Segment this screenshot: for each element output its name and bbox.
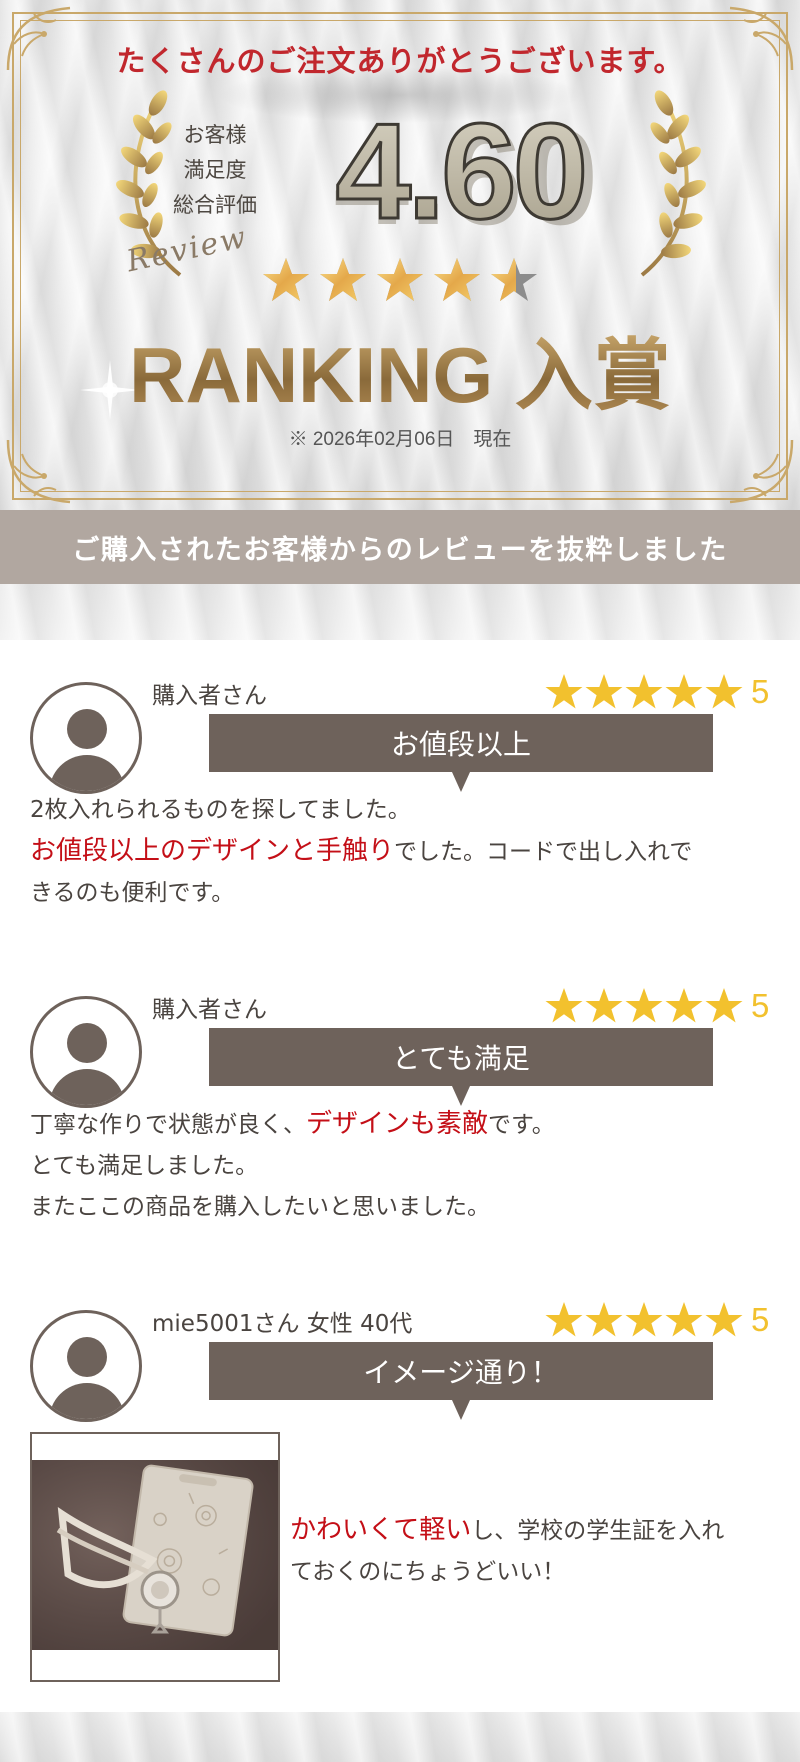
avatar-body bbox=[49, 755, 125, 791]
review-card: 購入者さん 5 とても満足 丁寧な作りで状態が良く、デザインも素敵です。 とても… bbox=[0, 954, 800, 1254]
as-of-date: ※ 2026年02月06日 現在 bbox=[288, 429, 512, 450]
review-line: きるのも便利です。 bbox=[30, 873, 770, 914]
decorative-band bbox=[0, 584, 800, 640]
star-icon bbox=[585, 1302, 623, 1337]
avatar-head bbox=[67, 1023, 107, 1063]
highlight-text: お値段以上のデザインと手触り bbox=[30, 836, 395, 866]
rating-number: 5 bbox=[751, 1301, 770, 1338]
review-body: 丁寧な作りで状態が良く、デザインも素敵です。 とても満足しました。 またここの商… bbox=[30, 1104, 770, 1228]
hero-rating-stars bbox=[263, 258, 537, 301]
speech-pointer bbox=[452, 1086, 470, 1106]
product-photo-icon bbox=[32, 1434, 278, 1680]
review-line: 2枚入れられるものを探してました。 bbox=[30, 790, 770, 831]
review-line: かわいくて軽いし、学校の学生証を入れ bbox=[290, 1510, 780, 1552]
star-icon bbox=[545, 674, 583, 709]
review-headline: イメージ通り！ bbox=[209, 1342, 713, 1420]
satisfaction-label: お客様 満足度 総合評価 bbox=[160, 118, 270, 223]
line-text: でした。コードで出し入れで bbox=[394, 839, 693, 865]
star-icon bbox=[545, 1302, 583, 1337]
speech-pointer bbox=[452, 1400, 470, 1420]
ranking-award-title: RANKING 入賞 bbox=[129, 331, 671, 416]
avatar-head bbox=[67, 1337, 107, 1377]
line-text: きるのも便利です。 bbox=[30, 880, 235, 906]
review-line: ておくのにちょうどいい！ bbox=[290, 1552, 780, 1593]
line-text: 丁寧な作りで状態が良く、 bbox=[30, 1112, 306, 1138]
star-icon bbox=[585, 988, 623, 1023]
star-rating: 5 bbox=[545, 1298, 769, 1342]
review-line: お値段以上のデザインと手触りでした。コードで出し入れで bbox=[30, 831, 770, 873]
star-icon bbox=[705, 988, 743, 1023]
line-text: し、学校の学生証を入れ bbox=[471, 1518, 725, 1544]
line-text: 2枚入れられるものを探してました。 bbox=[30, 797, 411, 823]
overall-score: 4.60 4.60 bbox=[334, 100, 599, 240]
decorative-band bbox=[0, 1712, 800, 1762]
avatar bbox=[30, 682, 142, 794]
avatar bbox=[30, 996, 142, 1108]
reviewer-name: 購入者さん bbox=[152, 997, 267, 1023]
review-headline: お値段以上 bbox=[209, 714, 713, 792]
star-rating: 5 bbox=[545, 670, 769, 714]
reviewer-name: 購入者さん bbox=[152, 683, 267, 709]
review-card: 購入者さん 5 お値段以上 2枚入れられるものを探してました。 お値段以上のデザ… bbox=[0, 640, 800, 940]
thanks-message: たくさんのご注文ありがとうございます。 bbox=[116, 46, 684, 78]
line-text: です。 bbox=[488, 1112, 555, 1138]
star-icon bbox=[625, 1302, 663, 1337]
avatar bbox=[30, 1310, 142, 1422]
star-icon bbox=[705, 674, 743, 709]
review-line: とても満足しました。 bbox=[30, 1146, 770, 1187]
hero-award-panel: たくさんのご注文ありがとうございます。 お客様 満足度 総合評価 Review … bbox=[0, 0, 800, 510]
score-value: 4.60 bbox=[336, 100, 585, 240]
ranking-title: RANKING 入賞 bbox=[129, 331, 671, 416]
star-icon bbox=[665, 988, 703, 1023]
line-text: またここの商品を購入したいと思いました。 bbox=[30, 1194, 490, 1220]
star-icon bbox=[625, 988, 663, 1023]
speech-pointer bbox=[452, 772, 470, 792]
laurel-wreath-icon bbox=[640, 90, 706, 277]
highlight-text: デザインも素敵 bbox=[306, 1109, 489, 1139]
review-headline: とても満足 bbox=[209, 1028, 713, 1106]
star-icon bbox=[545, 988, 583, 1023]
star-rating: 5 bbox=[545, 984, 769, 1028]
review-body: 2枚入れられるものを探してました。 お値段以上のデザインと手触りでした。コードで… bbox=[30, 790, 770, 914]
review-card: mie5001さん 女性 40代 5 イメージ通り！ bbox=[0, 1268, 800, 1448]
star-icon bbox=[705, 1302, 743, 1337]
review-photo bbox=[30, 1432, 280, 1682]
highlight-text: かわいくて軽い bbox=[290, 1515, 472, 1545]
avatar-head bbox=[67, 709, 107, 749]
satisfaction-line: 総合評価 bbox=[173, 193, 257, 217]
headline-text: イメージ通り！ bbox=[363, 1356, 559, 1389]
line-text: とても満足しました。 bbox=[30, 1153, 259, 1179]
star-icon bbox=[665, 674, 703, 709]
star-icon bbox=[665, 1302, 703, 1337]
satisfaction-line: お客様 bbox=[183, 123, 247, 147]
avatar-body bbox=[49, 1383, 125, 1419]
rating-number: 5 bbox=[751, 987, 770, 1024]
headline-text: とても満足 bbox=[392, 1042, 530, 1075]
review-line: またここの商品を購入したいと思いました。 bbox=[30, 1187, 770, 1228]
reviews-banner: ご購入されたお客様からのレビューを抜粋しました bbox=[0, 510, 800, 584]
headline-text: お値段以上 bbox=[390, 728, 531, 761]
banner-text: ご購入されたお客様からのレビューを抜粋しました bbox=[72, 534, 728, 566]
review-line: 丁寧な作りで状態が良く、デザインも素敵です。 bbox=[30, 1104, 770, 1146]
line-text: ておくのにちょうどいい！ bbox=[290, 1559, 566, 1585]
star-icon bbox=[585, 674, 623, 709]
rating-number: 5 bbox=[751, 673, 770, 710]
satisfaction-line: 満足度 bbox=[183, 158, 247, 182]
avatar-body bbox=[49, 1069, 125, 1105]
reviewer-name: mie5001さん 女性 40代 bbox=[152, 1311, 413, 1337]
star-icon bbox=[625, 674, 663, 709]
review-body: かわいくて軽いし、学校の学生証を入れ ておくのにちょうどいい！ bbox=[290, 1510, 780, 1593]
